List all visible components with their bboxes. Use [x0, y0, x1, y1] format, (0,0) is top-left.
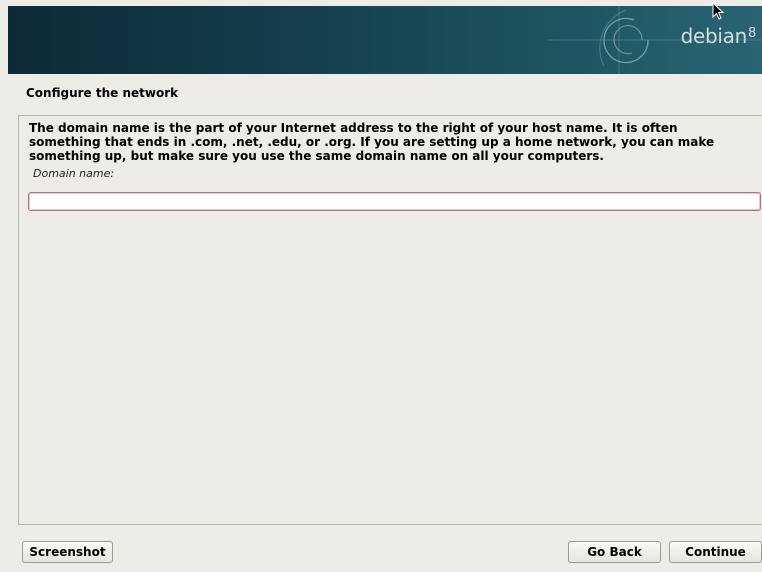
- debian-swirl-icon: [548, 6, 762, 74]
- mouse-pointer-icon: [712, 2, 725, 20]
- brand-name: debian: [680, 24, 748, 48]
- go-back-button[interactable]: Go Back: [568, 541, 661, 563]
- brand-version: 8: [748, 26, 756, 41]
- question-panel: The domain name is the part of your Inte…: [18, 115, 762, 525]
- debian-brand-text: debian8: [680, 24, 757, 48]
- question-description: The domain name is the part of your Inte…: [29, 121, 715, 163]
- page-title: Configure the network: [26, 86, 179, 100]
- domain-name-label: Domain name:: [33, 167, 115, 180]
- header-banner: debian8: [8, 6, 762, 74]
- domain-name-input[interactable]: [28, 192, 761, 211]
- screenshot-button[interactable]: Screenshot: [22, 541, 113, 563]
- continue-button[interactable]: Continue: [669, 541, 762, 563]
